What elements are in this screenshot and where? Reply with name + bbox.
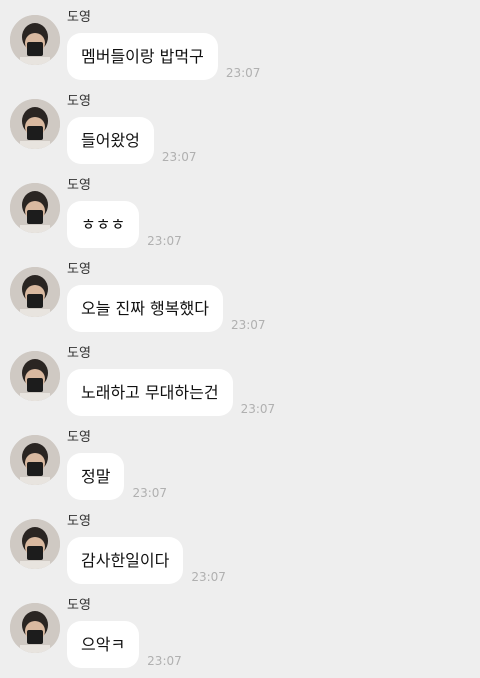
sender-name: 도영 [67, 262, 91, 277]
avatar[interactable] [10, 519, 60, 569]
message-row: 도영 감사한일이다 23:07 [0, 504, 480, 588]
sender-name: 도영 [67, 94, 91, 109]
message-row: 도영 ㅎㅎㅎ 23:07 [0, 168, 480, 252]
sender-name: 도영 [67, 598, 91, 613]
message-row: 도영 으악ㅋ 23:07 [0, 588, 480, 672]
sender-name: 도영 [67, 178, 91, 193]
avatar[interactable] [10, 267, 60, 317]
message-row: 도영 정말 23:07 [0, 420, 480, 504]
avatar[interactable] [10, 15, 60, 65]
chat-thread: 도영 멤버들이랑 밥먹구 23:07 도영 들어왔엉 23:07 도영 ㅎㅎㅎ … [0, 0, 480, 678]
message-bubble[interactable]: 으악ㅋ [67, 621, 140, 668]
message-time: 23:07 [161, 150, 197, 164]
sender-name: 도영 [67, 430, 91, 445]
message-bubble[interactable]: ㅎㅎㅎ [67, 201, 140, 248]
sender-name: 도영 [67, 514, 91, 529]
message-time: 23:07 [132, 486, 168, 500]
message-bubble[interactable]: 감사한일이다 [67, 537, 184, 584]
avatar[interactable] [10, 183, 60, 233]
message-time: 23:07 [191, 570, 226, 584]
message-time: 23:07 [147, 234, 182, 248]
sender-name: 도영 [67, 10, 91, 25]
avatar[interactable] [10, 351, 60, 401]
message-time: 23:07 [147, 654, 182, 668]
sender-name: 도영 [67, 346, 91, 361]
message-time: 23:07 [225, 66, 261, 80]
avatar[interactable] [10, 99, 60, 149]
avatar[interactable] [10, 435, 60, 485]
message-bubble[interactable]: 노래하고 무대하는건 [67, 369, 233, 416]
avatar[interactable] [10, 603, 60, 653]
message-bubble[interactable]: 들어왔엉 [67, 117, 154, 164]
message-time: 23:07 [240, 402, 276, 416]
message-bubble[interactable]: 오늘 진짜 행복했다 [67, 285, 223, 332]
message-row: 도영 멤버들이랑 밥먹구 23:07 [0, 0, 480, 84]
message-bubble[interactable]: 정말 [67, 453, 125, 500]
message-time: 23:07 [230, 318, 266, 332]
message-bubble[interactable]: 멤버들이랑 밥먹구 [67, 33, 218, 80]
message-row: 도영 들어왔엉 23:07 [0, 84, 480, 168]
message-row: 도영 노래하고 무대하는건 23:07 [0, 336, 480, 420]
message-row: 도영 오늘 진짜 행복했다 23:07 [0, 252, 480, 336]
